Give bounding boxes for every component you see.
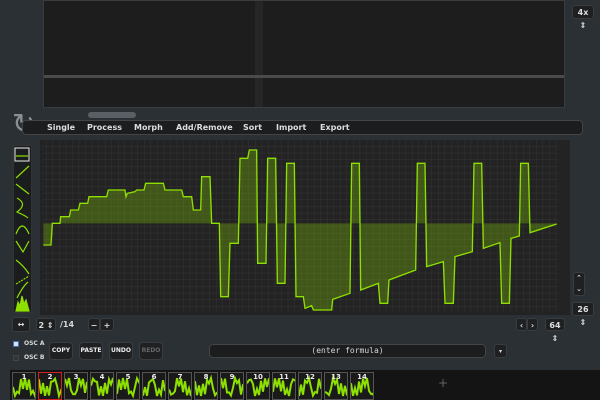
- tool-line-icon[interactable]: [14, 147, 30, 162]
- menu-single[interactable]: Single: [47, 123, 75, 132]
- spin-arrows-icon: ⇕: [46, 321, 54, 330]
- frame-number: 2: [47, 373, 53, 381]
- add-frame-button[interactable]: +: [100, 318, 114, 331]
- scrollbar-thumb[interactable]: [88, 112, 136, 118]
- paste-button[interactable]: PASTE: [79, 342, 103, 360]
- undo-button[interactable]: UNDO: [109, 342, 133, 360]
- frame-number: 3: [73, 373, 79, 381]
- tool-sine-icon[interactable]: [15, 197, 29, 219]
- menu-export[interactable]: Export: [320, 123, 350, 132]
- frame-thumbnail[interactable]: 3: [64, 372, 88, 400]
- grid-size-selector[interactable]: 26 ⇕: [572, 302, 594, 327]
- redo-button[interactable]: REDO: [139, 342, 163, 360]
- frame-thumbnail[interactable]: 8: [194, 372, 218, 400]
- copy-button[interactable]: COPY: [49, 342, 73, 360]
- tool-sine-half-icon[interactable]: [15, 165, 30, 179]
- resolution-selector[interactable]: 64 ⇕: [545, 318, 565, 343]
- frame-number: 9: [229, 373, 235, 381]
- formula-menu-button[interactable]: ▾: [494, 344, 507, 358]
- frame-number: 5: [125, 373, 131, 381]
- frame-thumbnail[interactable]: 6: [142, 372, 166, 400]
- stretch-icon: ↔: [17, 320, 25, 329]
- menu-process[interactable]: Process: [87, 123, 122, 132]
- tool-ramp2-icon[interactable]: [16, 281, 29, 299]
- frame-thumbnail[interactable]: 4: [90, 372, 114, 400]
- tool-saw-icon[interactable]: [15, 183, 30, 195]
- frame-number: 1: [21, 373, 27, 381]
- wavetable-3d-view[interactable]: [43, 0, 565, 108]
- frame-number: 11: [279, 373, 289, 381]
- wavetable-frames: 1 2 3 4 5 6 7 8 9 10 11 12 13 14 +: [10, 370, 600, 400]
- frame-number-input[interactable]: 2 ⇕: [36, 318, 56, 331]
- add-frame-icon[interactable]: +: [438, 376, 448, 390]
- remove-frame-button[interactable]: −: [88, 318, 100, 331]
- frame-thumbnail[interactable]: 7: [168, 372, 192, 400]
- frame-number: 12: [305, 373, 315, 381]
- osc-a-label: OSC A: [24, 340, 45, 347]
- frame-thumbnail[interactable]: 10: [246, 372, 270, 400]
- next-button[interactable]: ›: [527, 318, 538, 331]
- menu-add-remove[interactable]: Add/Remove: [176, 123, 233, 132]
- frame-thumbnail[interactable]: 11: [272, 372, 296, 400]
- spin-arrows-icon: ⇕: [551, 334, 559, 343]
- frame-thumbnail[interactable]: 14: [350, 372, 374, 400]
- frame-number: 10: [253, 373, 263, 381]
- waveform-line: [44, 75, 564, 78]
- frame-thumbnail[interactable]: 1: [12, 372, 36, 400]
- zoom-label: 4x: [577, 8, 589, 17]
- frame-current: 2: [38, 321, 45, 330]
- tool-curve-icon[interactable]: [15, 259, 30, 275]
- frame-thumbnail[interactable]: 2: [38, 372, 62, 400]
- tool-noise-icon[interactable]: [15, 295, 30, 312]
- tool-saw-down-icon[interactable]: [15, 240, 30, 254]
- draw-tools: [13, 145, 32, 313]
- frame-number: 6: [151, 373, 157, 381]
- frame-number: 8: [203, 373, 209, 381]
- formula-input[interactable]: (enter formula): [209, 344, 486, 358]
- spin-arrows-icon: ⇕: [579, 318, 587, 327]
- prev-button[interactable]: ‹: [516, 318, 527, 331]
- menu-bar: Single Process Morph Add/Remove Sort Imp…: [22, 120, 583, 135]
- waveform-editor[interactable]: [40, 140, 570, 315]
- frame-thumbnail[interactable]: 5: [116, 372, 140, 400]
- stretch-button[interactable]: ↔: [12, 317, 30, 332]
- frame-number: 14: [357, 373, 367, 381]
- frame-total: /14: [60, 320, 75, 329]
- menu-morph[interactable]: Morph: [134, 123, 163, 132]
- frame-number: 13: [331, 373, 341, 381]
- frame-number: 4: [99, 373, 105, 381]
- vertical-scroll-arrows[interactable]: ⌃ ⌄: [573, 272, 585, 296]
- frame-number: 7: [177, 373, 183, 381]
- spin-arrows-icon: ⇕: [579, 21, 587, 30]
- grid-size-value: 26: [577, 305, 589, 314]
- resolution-value: 64: [549, 321, 561, 330]
- osc-b-checkbox[interactable]: [13, 355, 19, 361]
- osc-a-checkbox[interactable]: [13, 341, 19, 347]
- frame-thumbnail[interactable]: 13: [324, 372, 348, 400]
- menu-import[interactable]: Import: [276, 123, 306, 132]
- position-marker: [255, 1, 263, 107]
- osc-b-label: OSC B: [24, 354, 45, 361]
- menu-sort[interactable]: Sort: [243, 123, 262, 132]
- tool-triangle-icon[interactable]: [15, 225, 30, 235]
- zoom-selector[interactable]: 4x ⇕: [572, 5, 594, 30]
- frame-thumbnail[interactable]: 12: [298, 372, 322, 400]
- frame-thumbnail[interactable]: 9: [220, 372, 244, 400]
